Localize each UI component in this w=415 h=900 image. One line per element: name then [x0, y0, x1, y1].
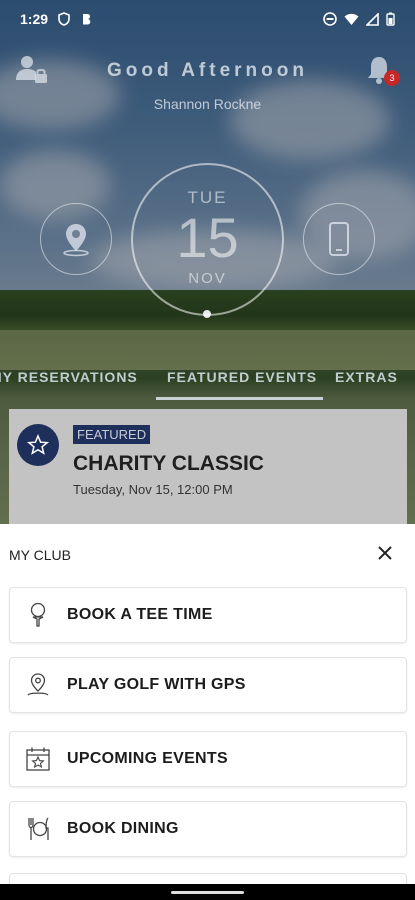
signal-icon	[366, 12, 379, 26]
notification-badge: 3	[384, 70, 400, 86]
mobile-phone-icon	[329, 222, 349, 256]
tab-extras[interactable]: EXTRAS	[335, 369, 398, 385]
greeting-text: Good Afternoon	[107, 60, 308, 81]
featured-tag: FEATURED	[73, 425, 151, 444]
book-tee-time-button[interactable]: BOOK A TEE TIME	[9, 587, 407, 643]
date-wheel-indicator	[203, 310, 211, 318]
golf-tee-icon	[25, 602, 51, 628]
battery-icon	[386, 12, 395, 26]
close-icon	[378, 546, 392, 560]
location-button[interactable]	[40, 203, 112, 275]
tab-my-reservations[interactable]: MY RESERVATIONS	[0, 369, 138, 385]
brand-b-icon	[83, 14, 91, 25]
event-star-badge	[17, 424, 59, 466]
mobile-button[interactable]	[303, 203, 375, 275]
play-golf-gps-label: PLAY GOLF WITH GPS	[67, 676, 246, 693]
month: NOV	[188, 270, 227, 287]
event-title: CHARITY CLASSIC	[73, 452, 264, 475]
upcoming-events-button[interactable]: UPCOMING EVENTS	[9, 731, 407, 787]
status-bar: 1:29	[0, 0, 415, 38]
active-tab-indicator	[156, 397, 323, 400]
shield-icon	[58, 12, 70, 26]
wifi-icon	[344, 13, 359, 25]
play-golf-gps-button[interactable]: PLAY GOLF WITH GPS	[9, 657, 407, 713]
book-dining-button[interactable]: BOOK DINING	[9, 801, 407, 857]
home-indicator[interactable]	[171, 891, 244, 894]
user-name: Shannon Rockne	[153, 96, 262, 112]
do-not-disturb-icon	[323, 12, 337, 26]
book-tee-time-label: BOOK A TEE TIME	[67, 606, 213, 623]
event-datetime: Tuesday, Nov 15, 12:00 PM	[73, 482, 233, 497]
map-pin-icon	[25, 672, 51, 698]
location-pin-icon	[63, 224, 89, 257]
book-dining-label: BOOK DINING	[67, 820, 179, 837]
dining-icon	[25, 816, 51, 842]
tab-featured-events[interactable]: FEATURED EVENTS	[167, 369, 317, 385]
tab-bar: MY RESERVATIONS FEATURED EVENTS EXTRAS	[0, 366, 415, 392]
calendar-star-icon	[25, 746, 51, 772]
close-button[interactable]	[373, 541, 397, 565]
sheet-title: MY CLUB	[9, 547, 71, 563]
status-time: 1:29	[20, 11, 49, 27]
upcoming-events-label: UPCOMING EVENTS	[67, 750, 228, 767]
star-icon	[27, 434, 49, 455]
day-number: 15	[176, 206, 239, 269]
